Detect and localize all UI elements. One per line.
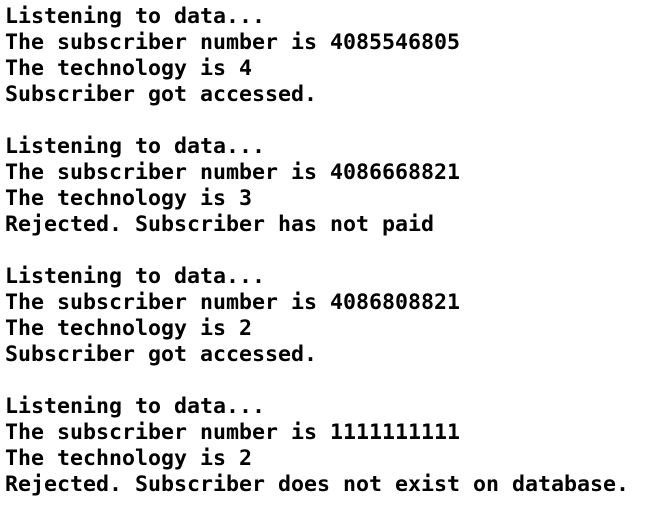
subscriber-number-line: The subscriber number is 4086808821	[5, 290, 461, 315]
listening-line: Listening to data...	[5, 134, 266, 159]
subscriber-number-line: The subscriber number is 4085546805	[5, 30, 461, 55]
subscriber-number-line: The subscriber number is 1111111111	[5, 420, 461, 445]
terminal-output: Listening to data... The subscriber numb…	[0, 0, 668, 510]
subscriber-number-line: The subscriber number is 4086668821	[5, 160, 461, 185]
technology-line: The technology is 4	[5, 56, 253, 81]
technology-line: The technology is 3	[5, 186, 253, 211]
listening-line: Listening to data...	[5, 4, 266, 29]
technology-line: The technology is 2	[5, 446, 253, 471]
listening-line: Listening to data...	[5, 264, 266, 289]
result-line: Rejected. Subscriber does not exist on d…	[5, 472, 630, 497]
log-entry-3: Listening to data... The subscriber numb…	[5, 264, 668, 368]
log-entry-1: Listening to data... The subscriber numb…	[5, 4, 668, 108]
log-entry-4: Listening to data... The subscriber numb…	[5, 394, 668, 498]
technology-line: The technology is 2	[5, 316, 253, 341]
result-line: Subscriber got accessed.	[5, 82, 318, 107]
result-line: Rejected. Subscriber has not paid	[5, 212, 435, 237]
listening-line: Listening to data...	[5, 394, 266, 419]
log-entry-2: Listening to data... The subscriber numb…	[5, 134, 668, 238]
result-line: Subscriber got accessed.	[5, 342, 318, 367]
